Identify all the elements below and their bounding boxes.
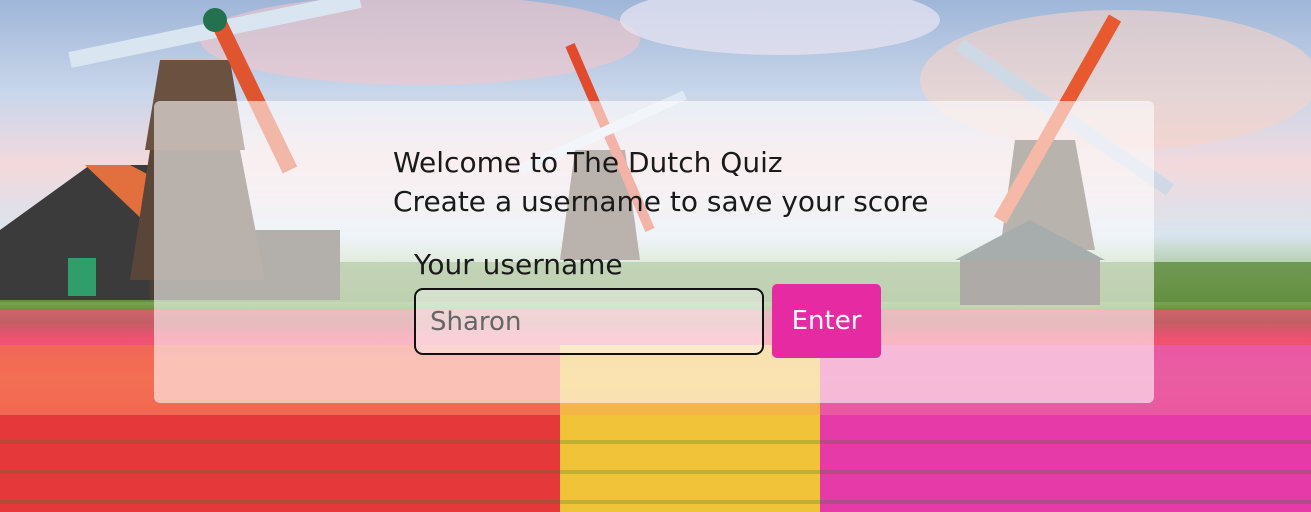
page-background: Welcome to The Dutch Quiz Create a usern… — [0, 0, 1311, 512]
username-input[interactable] — [414, 288, 764, 355]
username-label: Your username — [414, 248, 623, 281]
welcome-subtitle: Create a username to save your score — [393, 185, 929, 218]
welcome-title: Welcome to The Dutch Quiz — [393, 146, 783, 179]
enter-button[interactable]: Enter — [772, 284, 881, 358]
